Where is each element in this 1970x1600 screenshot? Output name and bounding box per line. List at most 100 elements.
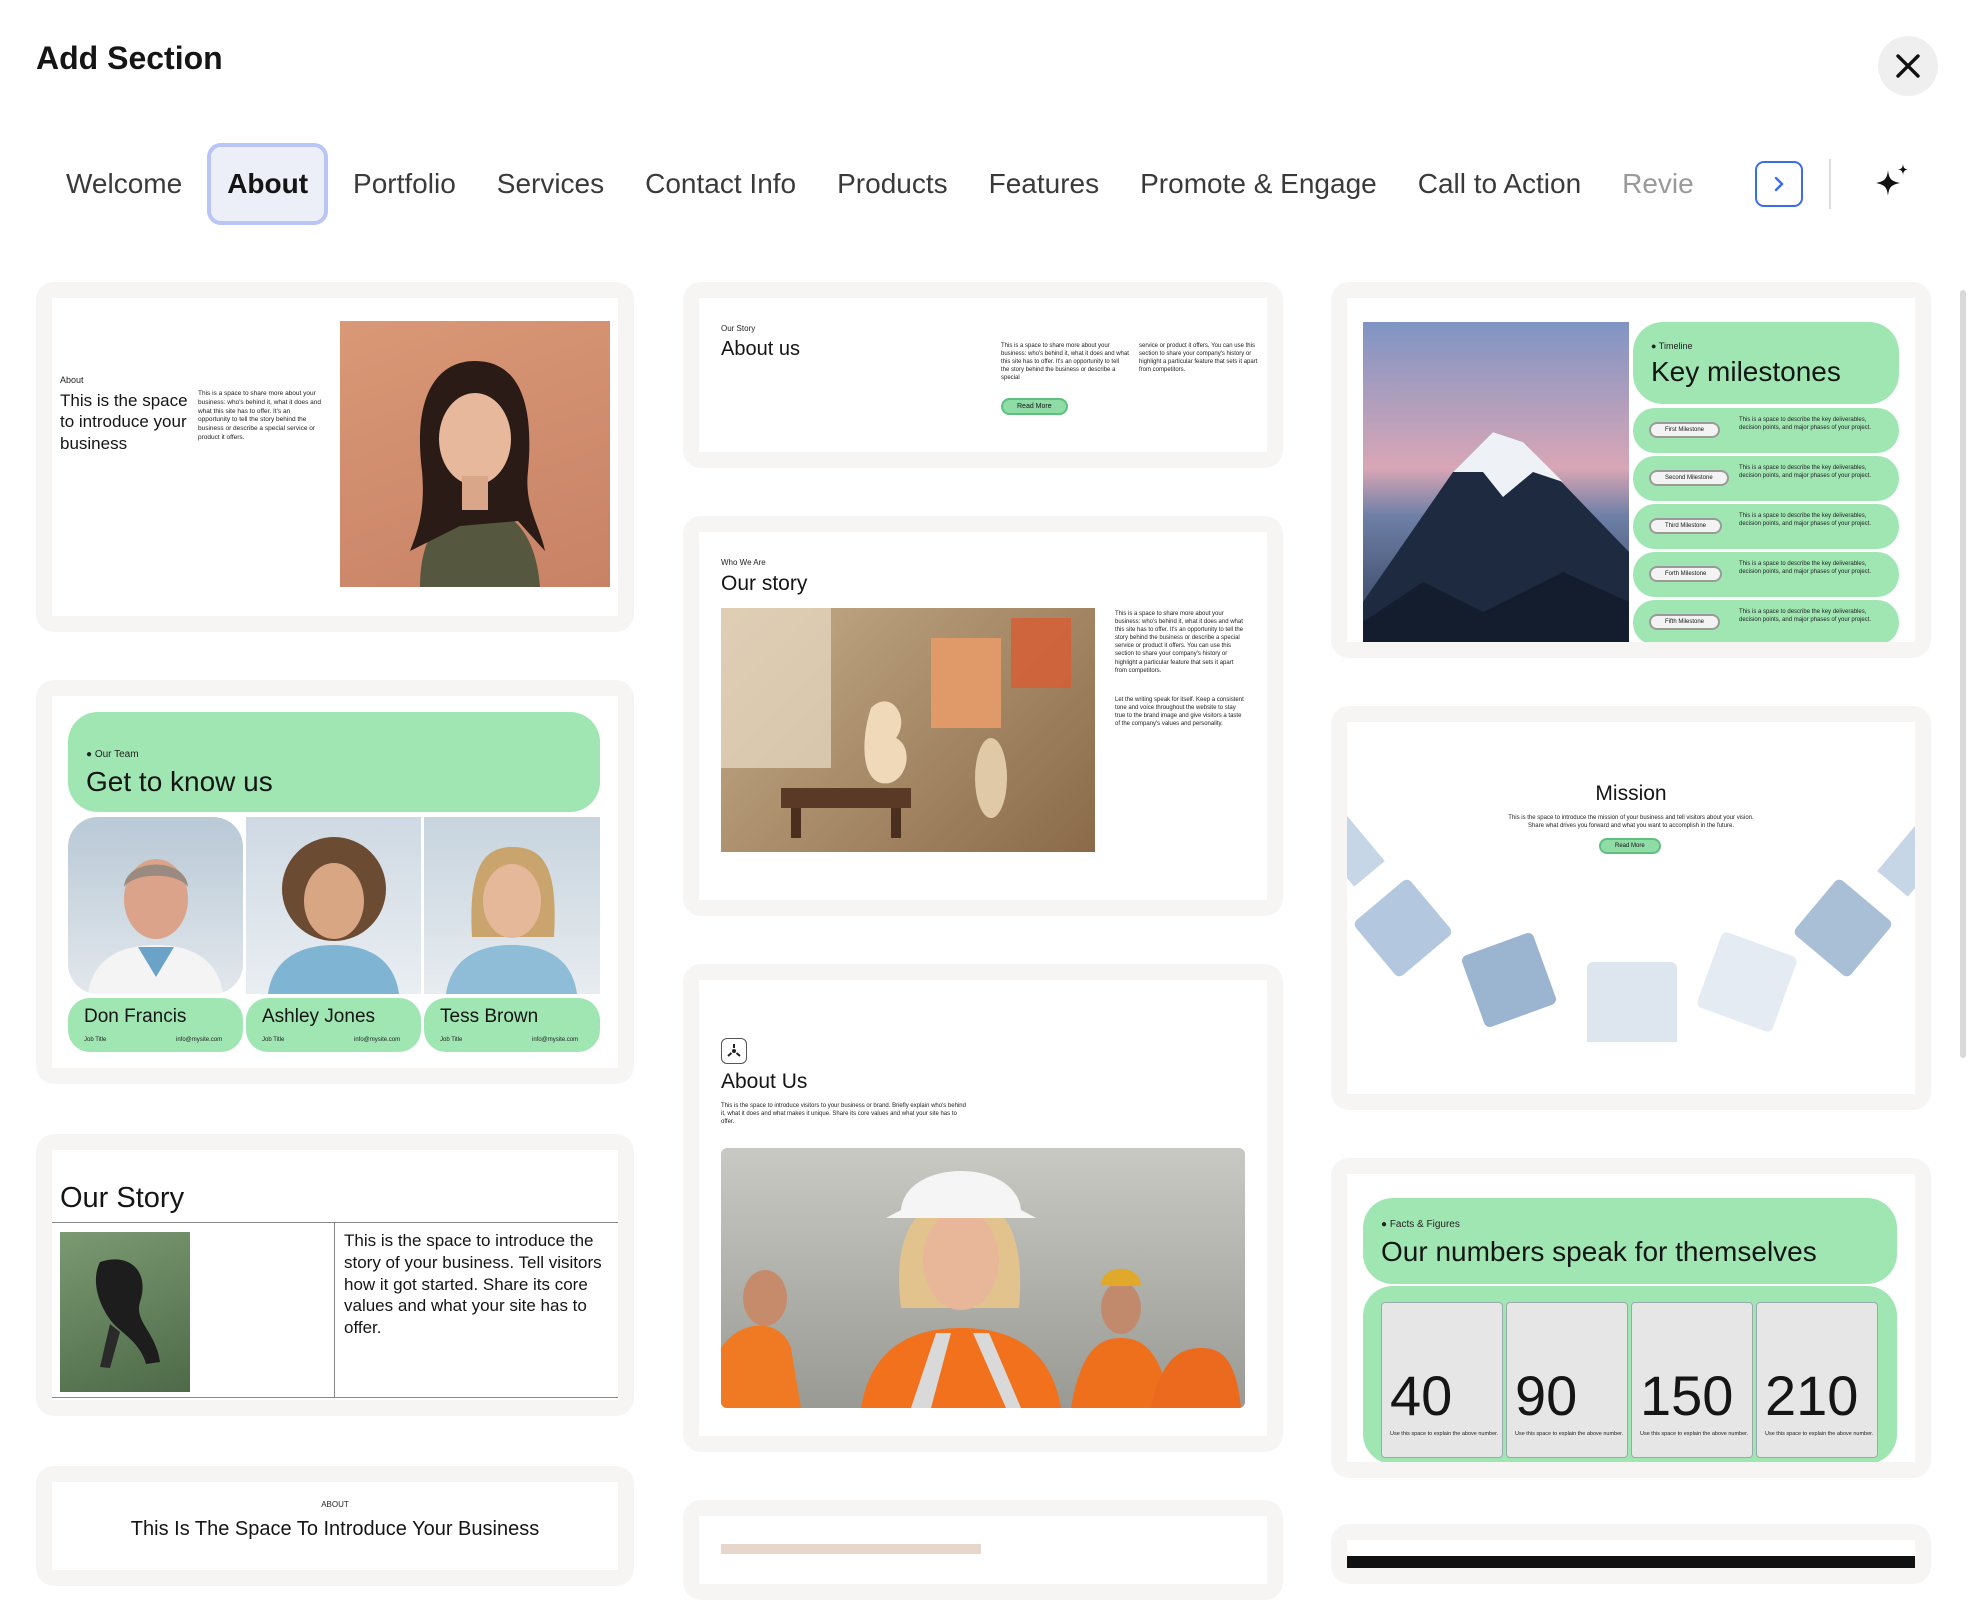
milestone-item: Forth Milestone This is a space to descr… (1633, 552, 1899, 597)
template-kicker: About (60, 375, 84, 385)
milestone-item: Third Milestone This is a space to descr… (1633, 504, 1899, 549)
member-role: Job Title (440, 1037, 463, 1043)
template-title: Get to know us (86, 766, 273, 797)
member-name: Ashley Jones (262, 1006, 376, 1027)
template-body: This is the space to introduce the story… (344, 1231, 602, 1337)
portrait-image (340, 321, 610, 587)
template-title: This Is The Space To Introduce Your Busi… (130, 1518, 540, 1540)
stat-value: 210 (1765, 1364, 1859, 1427)
stat-box: 150 Use this space to explain the above … (1631, 1302, 1753, 1458)
template-title: Our numbers speak for themselves (1381, 1236, 1817, 1267)
template-body: This is a space to share more about your… (198, 390, 322, 441)
team-photo (68, 817, 243, 994)
tab-portfolio[interactable]: Portfolio (337, 143, 472, 225)
tab-welcome[interactable]: Welcome (50, 143, 198, 225)
category-tabs: Welcome About Portfolio Services Contact… (50, 143, 1810, 225)
milestone-text: This is a space to describe the key deli… (1739, 609, 1872, 624)
close-icon (1896, 54, 1920, 78)
tab-promote-engage[interactable]: Promote & Engage (1124, 143, 1393, 225)
tab-about[interactable]: About (207, 143, 329, 225)
mountain-image (1363, 322, 1629, 642)
section-template-timeline[interactable]: ● Timeline Key milestones First Mileston… (1331, 282, 1931, 658)
milestone-label: Second Milestone (1649, 470, 1729, 486)
section-template-facts[interactable]: ● Facts & Figures Our numbers speak for … (1331, 1158, 1931, 1478)
stat-caption: Use this space to explain the above numb… (1515, 1431, 1624, 1437)
stat-caption: Use this space to explain the above numb… (1390, 1431, 1499, 1437)
team-member-card: Tess Brown Job Title info@mysite.com (424, 998, 600, 1052)
section-template-about-intro[interactable]: About This is the space to introduce you… (36, 282, 634, 632)
member-email: info@mysite.com (354, 1037, 401, 1043)
stat-caption: Use this space to explain the above numb… (1765, 1431, 1874, 1437)
template-title: Our Story (60, 1182, 185, 1214)
member-email: info@mysite.com (176, 1037, 223, 1043)
ai-generate-button[interactable] (1872, 162, 1912, 207)
section-template-about-business[interactable]: ABOUT This Is The Space To Introduce You… (36, 1466, 634, 1586)
template-title: About Us (721, 1070, 808, 1093)
milestone-item: Second Milestone This is a space to desc… (1633, 456, 1899, 501)
team-photo (424, 817, 600, 994)
tab-contact-info[interactable]: Contact Info (629, 143, 812, 225)
stat-caption: Use this space to explain the above numb… (1640, 1431, 1749, 1437)
milestone-label: Forth Milestone (1649, 566, 1723, 582)
scrollbar[interactable] (1960, 290, 1966, 1058)
template-kicker: ● Timeline (1651, 341, 1693, 351)
tab-reviews[interactable]: Revie (1606, 143, 1710, 225)
template-title: Key milestones (1651, 356, 1841, 387)
member-email: info@mysite.com (532, 1037, 579, 1043)
stat-box: 40 Use this space to explain the above n… (1381, 1302, 1503, 1458)
member-role: Job Title (262, 1037, 285, 1043)
milestone-text: This is a space to describe the key deli… (1739, 465, 1872, 480)
section-template-our-story[interactable]: Our Story This is the space to introduce… (36, 1134, 634, 1416)
milestone-label: Fifth Milestone (1649, 614, 1721, 630)
section-template-team[interactable]: ● Our Team Get to know us Don Francis Jo… (36, 680, 634, 1084)
stat-box: 210 Use this space to explain the above … (1756, 1302, 1878, 1458)
tabs-next-button[interactable] (1755, 161, 1803, 207)
read-more-button: Read More (1001, 398, 1068, 415)
gallery-interior-image (721, 608, 1095, 852)
template-body: service or product it offers. You can us… (1139, 343, 1258, 374)
milestone-label: First Milestone (1649, 422, 1721, 438)
team-photo (246, 817, 421, 994)
chevron-right-icon (1774, 176, 1784, 192)
stat-value: 150 (1640, 1364, 1734, 1427)
chair-image (60, 1232, 190, 1392)
section-template-about-us-text[interactable]: Our Story About us This is a space to sh… (683, 282, 1283, 468)
section-template-mission[interactable]: Mission This is the space to introduce t… (1331, 706, 1931, 1110)
section-template-partial[interactable] (683, 1500, 1283, 1600)
tab-features[interactable]: Features (973, 143, 1116, 225)
stat-box: 90 Use this space to explain the above n… (1506, 1302, 1628, 1458)
divider (52, 1397, 618, 1398)
milestone-label: Third Milestone (1649, 518, 1723, 534)
tab-call-to-action[interactable]: Call to Action (1402, 143, 1597, 225)
divider (334, 1222, 335, 1398)
stat-value: 90 (1515, 1364, 1578, 1427)
tab-products[interactable]: Products (821, 143, 964, 225)
member-name: Tess Brown (440, 1006, 539, 1027)
template-kicker: Who We Are (721, 558, 766, 567)
tabs-divider (1829, 159, 1831, 209)
dialog-title: Add Section (36, 40, 223, 76)
template-body: This is the space to introduce visitors … (721, 1103, 966, 1126)
milestone-text: This is a space to describe the key deli… (1739, 417, 1872, 432)
template-image-strip (721, 1544, 981, 1554)
team-member-card: Ashley Jones Job Title info@mysite.com (246, 998, 421, 1052)
facts-header-panel: ● Facts & Figures Our numbers speak for … (1363, 1198, 1897, 1284)
template-body: This is a space to share more about your… (1115, 611, 1244, 674)
section-template-about-us-photo[interactable]: About Us This is the space to introduce … (683, 964, 1283, 1452)
template-title: This is the space to introduce your busi… (60, 391, 188, 453)
construction-worker-image (721, 1148, 1245, 1408)
template-kicker: ABOUT (321, 1500, 349, 1509)
sparkle-icon (1876, 164, 1908, 196)
close-button[interactable] (1878, 36, 1938, 96)
timeline-header-panel: ● Timeline Key milestones (1633, 322, 1899, 404)
template-kicker: Our Story (721, 324, 756, 333)
stat-value: 40 (1390, 1364, 1453, 1427)
template-title: About us (721, 338, 800, 360)
section-template-partial[interactable] (1331, 1524, 1931, 1584)
logo-icon (721, 1038, 747, 1064)
divider (52, 1222, 618, 1223)
template-kicker: ● Facts & Figures (1381, 1219, 1460, 1230)
tab-services[interactable]: Services (481, 143, 620, 225)
member-role: Job Title (84, 1037, 107, 1043)
section-template-our-story-gallery[interactable]: Who We Are Our story This is a space to … (683, 516, 1283, 916)
